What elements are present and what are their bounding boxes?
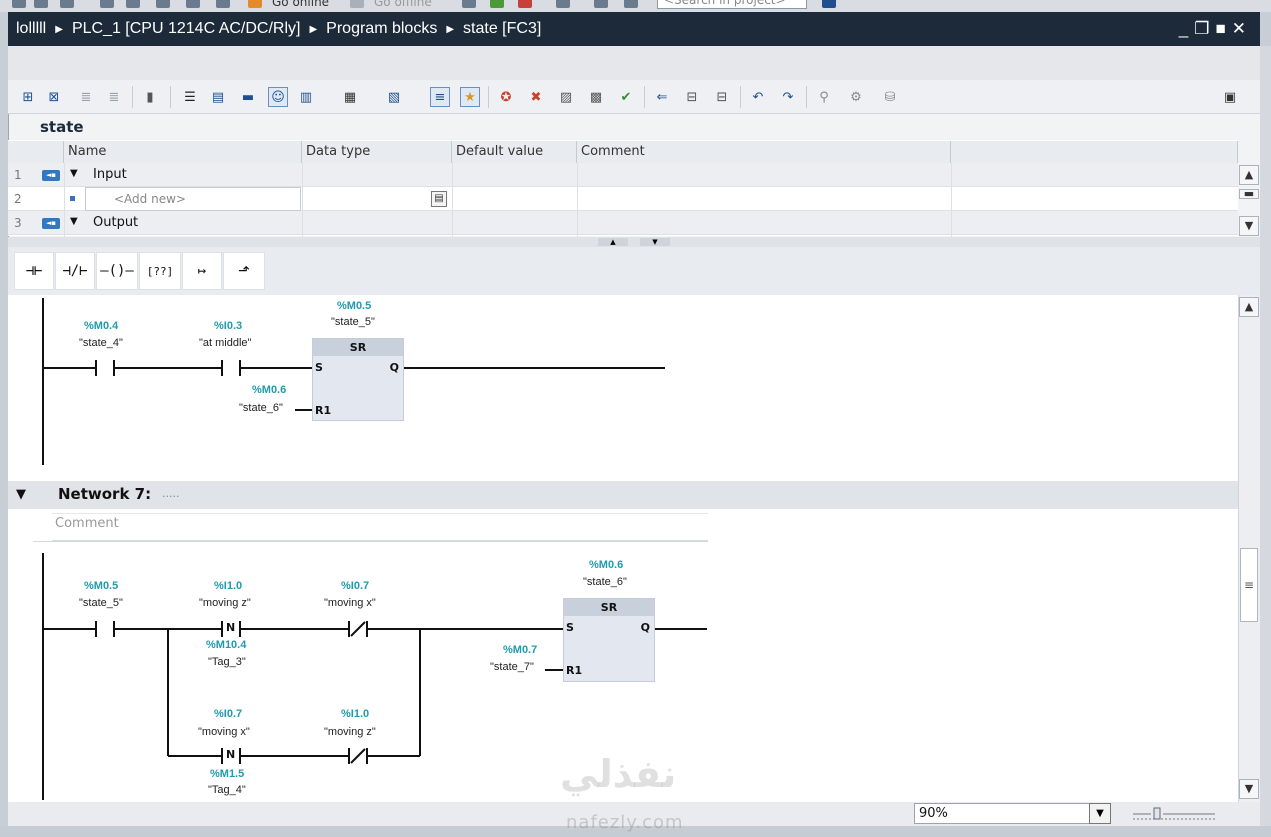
sr-pin-r1: R1 xyxy=(315,404,332,417)
network-header[interactable] xyxy=(8,481,1238,509)
contact-symbol[interactable]: "moving x" xyxy=(324,597,376,609)
contact-symbol[interactable]: "moving z" xyxy=(324,726,376,738)
contact-symbol[interactable]: "state_5" xyxy=(79,597,123,609)
sr-pin-s: S xyxy=(566,621,574,634)
contact-address[interactable]: %I0.7 xyxy=(341,580,369,592)
contact-address[interactable]: %M0.5 xyxy=(84,580,118,592)
sr-pin-q: Q xyxy=(640,621,650,634)
edge-symbol[interactable]: "moving x" xyxy=(198,726,250,738)
sr-address[interactable]: %M0.5 xyxy=(337,300,371,312)
network-comment-field[interactable]: Comment xyxy=(52,513,708,541)
nc-contact-slash xyxy=(350,621,366,637)
sr-address[interactable]: %M0.6 xyxy=(589,559,623,571)
ladder-wiring xyxy=(42,298,707,800)
scrollbar-thumb[interactable]: ≡ xyxy=(1240,548,1258,622)
sr-flipflop-block[interactable]: SR S Q R1 xyxy=(312,338,404,421)
sr-flipflop-block[interactable]: SR S Q R1 xyxy=(563,598,655,682)
scroll-up-button[interactable]: ▲ xyxy=(1239,297,1259,317)
sr-pin-r1: R1 xyxy=(566,664,583,677)
reset-symbol[interactable]: "state_7" xyxy=(490,661,534,673)
contact-symbol[interactable]: "state_4" xyxy=(79,337,123,349)
reset-symbol[interactable]: "state_6" xyxy=(239,402,283,414)
contact-address[interactable]: %I1.0 xyxy=(341,708,369,720)
contact-symbol[interactable]: "at middle" xyxy=(199,337,251,349)
chevron-down-icon[interactable]: ▼ xyxy=(1089,803,1111,824)
reset-address[interactable]: %M0.6 xyxy=(252,384,286,396)
watermark-url: nafezly.com xyxy=(566,812,684,833)
sr-block-title: SR xyxy=(313,339,403,356)
nc-contact-slash xyxy=(350,748,366,764)
sr-symbol[interactable]: "state_5" xyxy=(331,316,375,328)
contact-address[interactable]: %I0.3 xyxy=(214,320,242,332)
sr-pin-q: Q xyxy=(389,361,399,374)
negative-edge-icon: N xyxy=(226,748,236,761)
edge-symbol[interactable]: "moving z" xyxy=(199,597,251,609)
edge-address[interactable]: %I0.7 xyxy=(214,708,242,720)
edge-memory-address[interactable]: %M1.5 xyxy=(210,768,244,780)
network-title: Network 7: xyxy=(58,485,152,503)
edge-memory-symbol[interactable]: "Tag_3" xyxy=(208,656,246,668)
zoom-select[interactable]: 90% xyxy=(914,803,1090,824)
zoom-slider[interactable] xyxy=(1133,806,1215,822)
divider xyxy=(33,541,708,542)
sr-pin-s: S xyxy=(315,361,323,374)
reset-address[interactable]: %M0.7 xyxy=(503,644,537,656)
edge-memory-address[interactable]: %M10.4 xyxy=(206,639,246,651)
sr-block-title: SR xyxy=(564,599,654,616)
negative-edge-icon: N xyxy=(226,621,236,634)
network-title-field[interactable]: ..... xyxy=(162,487,179,500)
sr-symbol[interactable]: "state_6" xyxy=(583,576,627,588)
watermark-logo: نفذلي xyxy=(560,752,677,796)
edge-memory-symbol[interactable]: "Tag_4" xyxy=(208,784,246,796)
edge-address[interactable]: %I1.0 xyxy=(214,580,242,592)
scroll-down-button[interactable]: ▼ xyxy=(1239,779,1259,799)
contact-address[interactable]: %M0.4 xyxy=(84,320,118,332)
collapse-network-icon[interactable]: ▼ xyxy=(16,487,26,502)
